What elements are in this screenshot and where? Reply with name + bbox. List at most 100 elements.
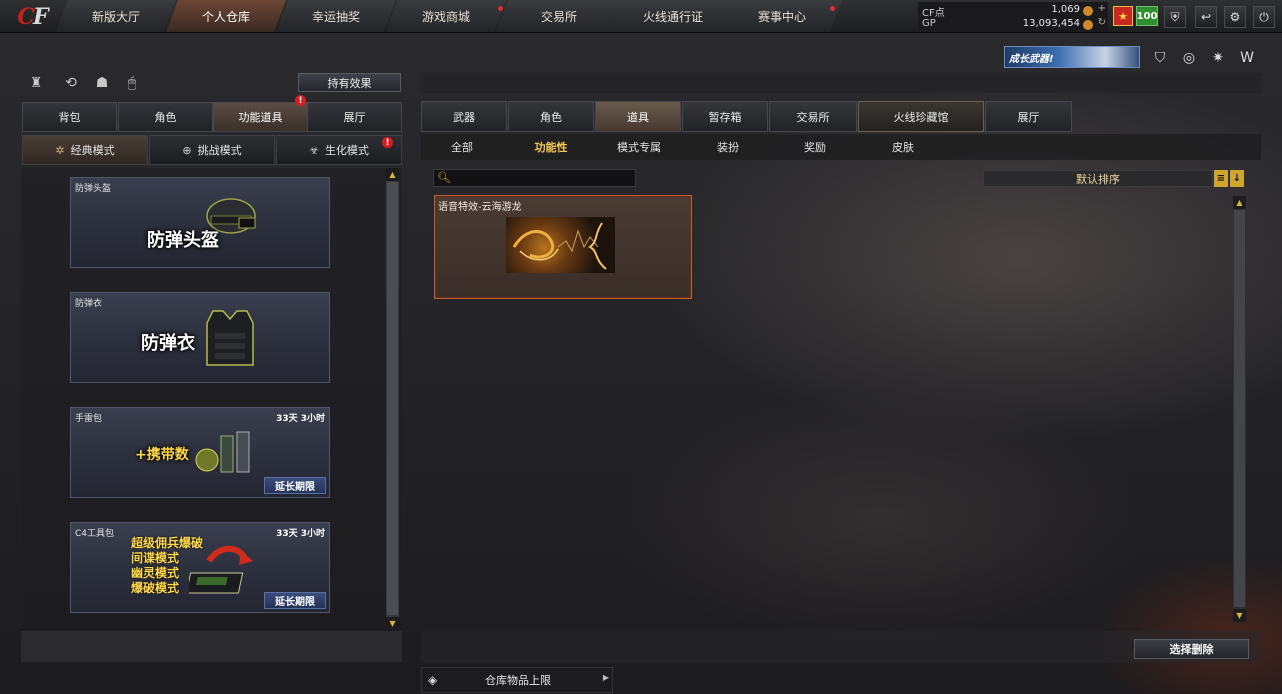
tab-character[interactable]: 角色 bbox=[118, 102, 213, 132]
hold-effect-button[interactable]: 持有效果 bbox=[298, 73, 401, 92]
tab-weapons[interactable]: 武器 bbox=[421, 101, 507, 132]
tab-backpack[interactable]: 背包 bbox=[22, 102, 117, 132]
search-field[interactable]: 🔍︎ bbox=[433, 169, 636, 187]
nav-tab-label: 火线通行证 bbox=[642, 9, 703, 24]
tab-function-items[interactable]: 功能道具 bbox=[213, 102, 308, 132]
nav-tab-lucky-draw[interactable]: 幸运抽奖 bbox=[276, 0, 396, 32]
rank-badge[interactable]: ★ bbox=[1113, 6, 1133, 26]
subtab-mode-exclusive[interactable]: 模式专属 bbox=[608, 134, 670, 160]
extend-duration-button[interactable]: 延长期限 bbox=[264, 477, 326, 494]
subtab-rewards[interactable]: 奖励 bbox=[784, 134, 846, 160]
nav-tab-battle-pass[interactable]: 火线通行证 bbox=[610, 0, 736, 32]
rotate-icon[interactable]: ⟲ bbox=[61, 73, 81, 93]
subtab-label: 模式专属 bbox=[617, 141, 661, 154]
subtab-label: 皮肤 bbox=[892, 141, 914, 154]
tab-collection-hall[interactable]: 火线珍藏馆 bbox=[858, 101, 984, 132]
scroll-up-arrow-icon[interactable]: ▲ bbox=[1233, 196, 1246, 209]
tab-showroom[interactable]: 展厅 bbox=[307, 102, 402, 132]
gp-coin-icon bbox=[1083, 20, 1093, 30]
subtab-functional[interactable]: 功能性 bbox=[520, 134, 582, 160]
nav-tab-event-center[interactable]: 赛事中心 bbox=[722, 0, 842, 32]
select-delete-button[interactable]: 选择删除 bbox=[1134, 639, 1249, 659]
top-navigation-bar: CF 新版大厅 个人仓库 幸运抽奖 游戏商城 交易所 火线通行证 赛事中心 CF… bbox=[0, 0, 1282, 33]
stats-icon[interactable]: ♜ bbox=[26, 73, 46, 93]
cf-coin-icon bbox=[1083, 6, 1093, 16]
left-scrollbar[interactable]: ▲ ▼ bbox=[386, 168, 399, 630]
refresh-gp-icon[interactable]: ↻ bbox=[1098, 17, 1106, 28]
nav-tab-label: 游戏商城 bbox=[421, 9, 470, 24]
nav-tab-game-mall[interactable]: 游戏商城 bbox=[386, 0, 506, 32]
tab-storage-box[interactable]: 暂存箱 bbox=[682, 101, 768, 132]
logo-letter-f: F bbox=[32, 3, 49, 30]
mode-tab-challenge[interactable]: ⊕ 挑战模式 bbox=[149, 135, 275, 165]
item-card-helmet[interactable]: 防弹头盔 防弹头盔 bbox=[70, 177, 330, 268]
sort-label: 默认排序 bbox=[1076, 172, 1120, 186]
currency-panel: CF点 1,069 + GP 13,093,454 ↻ bbox=[918, 2, 1108, 32]
challenge-mode-icon: ⊕ bbox=[182, 143, 192, 157]
item-title: 防弹头盔 bbox=[75, 184, 112, 194]
tab-label: 角色 bbox=[154, 111, 177, 124]
search-input[interactable] bbox=[452, 170, 634, 186]
subtab-skins[interactable]: 皮肤 bbox=[872, 134, 934, 160]
item-card-voice-effect[interactable]: 语音特效-云海游龙 bbox=[434, 195, 692, 299]
mode-line: 超级佣兵爆破 bbox=[131, 536, 204, 550]
item-card-c4-kit[interactable]: C4工具包 33天 3小时 超级佣兵爆破 间谍模式 幽灵模式 爆破模式 延长期限 bbox=[70, 522, 330, 613]
nav-notification-dot bbox=[830, 6, 835, 11]
subtab-dress-up[interactable]: 装扮 bbox=[697, 134, 759, 160]
shield-emblem-icon[interactable]: ⛉ bbox=[1150, 48, 1170, 68]
tab-characters[interactable]: 角色 bbox=[508, 101, 594, 132]
subtab-all[interactable]: 全部 bbox=[432, 134, 492, 160]
capacity-label: 仓库物品上限 bbox=[485, 674, 551, 687]
cf-points-value: 1,069 bbox=[1051, 4, 1080, 15]
nav-tab-label: 赛事中心 bbox=[757, 9, 806, 24]
alert-badge: ! bbox=[382, 137, 393, 148]
expand-arrow-icon[interactable]: ▶ bbox=[603, 673, 609, 682]
warehouse-capacity-bar[interactable]: ◈ 仓库物品上限 ▶ bbox=[421, 667, 613, 693]
list-view-icon[interactable]: ≡ bbox=[1214, 170, 1228, 187]
subtab-label: 全部 bbox=[451, 141, 473, 154]
scroll-down-arrow-icon[interactable]: ▼ bbox=[386, 617, 399, 630]
right-scrollbar[interactable]: ▲ ▼ bbox=[1233, 196, 1246, 622]
add-cf-icon[interactable]: + bbox=[1098, 3, 1106, 14]
nav-tab-new-lobby[interactable]: 新版大厅 bbox=[56, 0, 176, 32]
left-footer-bar bbox=[21, 631, 402, 662]
tab-label: 功能道具 bbox=[238, 111, 283, 124]
scroll-thumb[interactable] bbox=[387, 182, 398, 615]
gp-label: GP bbox=[922, 18, 936, 29]
star-badge-icon[interactable]: ✷ bbox=[1208, 48, 1228, 68]
scroll-thumb[interactable] bbox=[1234, 210, 1245, 607]
subtab-label: 功能性 bbox=[534, 141, 568, 154]
mode-tab-label: 生化模式 bbox=[324, 144, 369, 157]
settings-gear-icon[interactable]: ⚙ bbox=[1224, 6, 1246, 28]
mode-tab-classic[interactable]: ✲ 经典模式 bbox=[22, 135, 148, 165]
tab-label: 交易所 bbox=[796, 110, 830, 124]
mouse-icon[interactable]: 🖱 bbox=[122, 73, 142, 93]
logo-letter-c: C bbox=[17, 3, 34, 30]
item-card-vest[interactable]: 防弹衣 防弹衣 bbox=[70, 292, 330, 383]
nav-tab-personal-warehouse[interactable]: 个人仓库 bbox=[166, 0, 286, 32]
nav-tab-exchange[interactable]: 交易所 bbox=[496, 0, 622, 32]
tab-exchange[interactable]: 交易所 bbox=[769, 101, 857, 132]
extend-duration-button[interactable]: 延长期限 bbox=[264, 592, 326, 609]
character-icon[interactable]: ☗ bbox=[92, 73, 112, 93]
nav-tab-label: 新版大厅 bbox=[91, 9, 140, 24]
item-card-grenade-pack[interactable]: 手雷包 33天 3小时 +携带数 延长期限 bbox=[70, 407, 330, 498]
tab-showroom[interactable]: 展厅 bbox=[985, 101, 1072, 132]
game-logo[interactable]: CF bbox=[0, 0, 64, 33]
shield-icon[interactable]: ⛨ bbox=[1164, 6, 1186, 28]
globe-icon[interactable]: ◎ bbox=[1179, 48, 1199, 68]
sort-dropdown[interactable]: 默认排序 bbox=[983, 170, 1213, 187]
scroll-up-arrow-icon[interactable]: ▲ bbox=[386, 168, 399, 181]
back-icon[interactable]: ↩ bbox=[1195, 6, 1217, 28]
vest-icon bbox=[206, 310, 254, 366]
item-main-text: 防弹头盔 bbox=[147, 230, 219, 251]
item-mode-list: 超级佣兵爆破 间谍模式 幽灵模式 爆破模式 bbox=[131, 536, 203, 596]
level-badge[interactable]: 100 bbox=[1136, 6, 1158, 26]
power-icon[interactable]: ⏻ bbox=[1253, 6, 1275, 28]
cf-points-label: CF点 bbox=[922, 8, 945, 19]
sort-direction-icon[interactable]: ↓ bbox=[1230, 170, 1244, 187]
tab-props[interactable]: 道具 bbox=[595, 101, 681, 132]
wings-icon[interactable]: W bbox=[1237, 48, 1257, 68]
scroll-down-arrow-icon[interactable]: ▼ bbox=[1233, 609, 1246, 622]
growth-weapon-banner[interactable]: 成长武器! bbox=[1004, 46, 1140, 68]
